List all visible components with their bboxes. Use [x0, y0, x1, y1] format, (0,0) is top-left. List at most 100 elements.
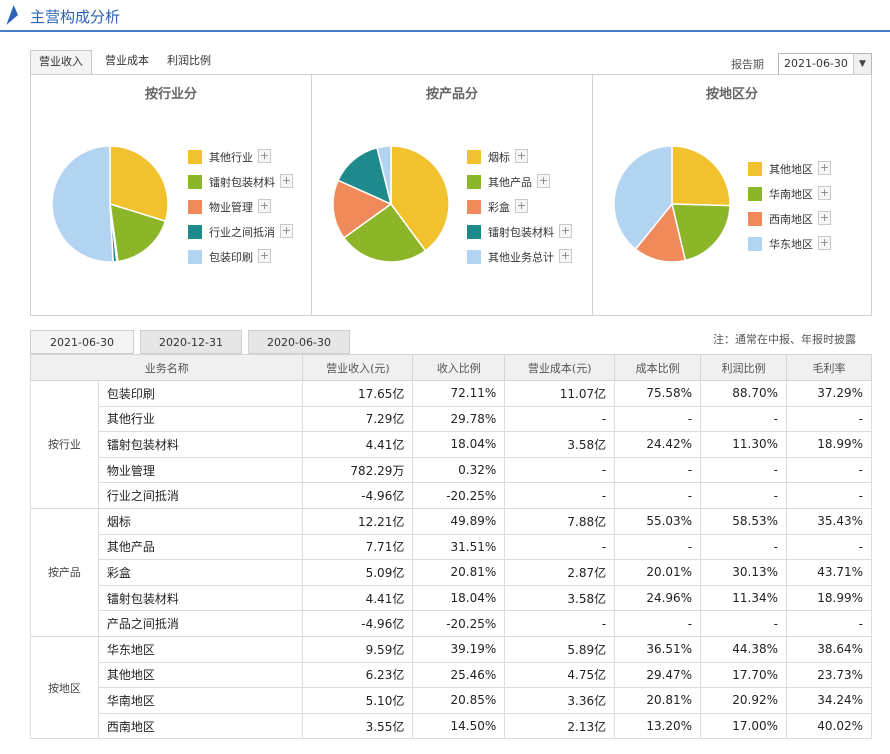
value-cell: -20.25% — [412, 610, 506, 637]
value-cell: 11.07亿 — [504, 380, 616, 407]
expand-plus-icon[interactable]: + — [258, 249, 271, 263]
value-cell: 18.04% — [412, 431, 506, 458]
pie-product — [332, 145, 450, 263]
legend-label: 物业管理 — [209, 201, 253, 214]
expand-plus-icon[interactable]: + — [818, 161, 831, 175]
legend-label: 烟标 — [488, 151, 510, 164]
pie-slice[interactable] — [671, 145, 731, 207]
business-name-cell: 其他产品 — [97, 533, 304, 561]
expand-plus-icon[interactable]: + — [515, 199, 528, 213]
expand-plus-icon[interactable]: + — [280, 174, 293, 188]
col-header: 收入比例 — [412, 354, 506, 381]
group-label: 按行业 — [30, 380, 99, 509]
value-cell: 3.55亿 — [302, 712, 414, 740]
table-row: 物业管理 782.29万 0.32% - - - - — [31, 456, 872, 484]
value-cell: 5.10亿 — [302, 687, 414, 714]
table-row: 镭射包装材料 4.41亿 18.04% 3.58亿 24.42% 11.30% 18.99% — [31, 431, 872, 458]
period-tab-2020-12-31[interactable]: 2020-12-31 — [140, 330, 242, 354]
legend-label: 其他产品 — [488, 176, 532, 189]
expand-plus-icon[interactable]: + — [818, 211, 831, 225]
panel-industry: 按行业分 其他行业 + 镭射包装材料 + 物业管理 + 行业之间抵消 + 包装印刷 + — [31, 75, 311, 315]
legend-swatch — [748, 187, 762, 201]
charts-frame: 按行业分 其他行业 + 镭射包装材料 + 物业管理 + 行业之间抵消 + 包装印刷 + 按产品分 … — [30, 74, 872, 316]
expand-plus-icon[interactable]: + — [515, 149, 528, 163]
table-row: 行业之间抵消 -4.96亿 -20.25% - - - - — [31, 482, 872, 509]
value-cell: 20.81% — [614, 687, 702, 714]
value-cell: - — [786, 456, 872, 484]
value-cell: 5.89亿 — [504, 635, 616, 663]
legend-swatch — [748, 162, 762, 176]
value-cell: 36.51% — [614, 635, 702, 663]
pie-region — [613, 145, 731, 263]
legend-swatch — [188, 225, 202, 239]
table-row: 西南地区 3.55亿 14.50% 2.13亿 13.20% 17.00% 40.02% — [31, 712, 872, 740]
value-cell: - — [614, 482, 702, 509]
tab-revenue[interactable]: 营业收入 — [30, 50, 92, 74]
legend-swatch — [467, 250, 481, 264]
legend-label: 镭射包装材料 — [488, 226, 554, 239]
period-tab-2020-06-30[interactable]: 2020-06-30 — [248, 330, 350, 354]
value-cell: 9.59亿 — [302, 635, 414, 663]
business-name-cell: 镭射包装材料 — [97, 431, 304, 458]
panel-product: 按产品分 烟标 + 其他产品 + 彩盒 + 镭射包装材料 + 其他业务总计 + — [311, 75, 592, 315]
legend-swatch — [188, 250, 202, 264]
value-cell: 40.02% — [786, 712, 872, 740]
col-header: 毛利率 — [786, 354, 872, 381]
table-row: 其他产品 7.71亿 31.51% - - - - — [31, 533, 872, 561]
legend-swatch — [188, 150, 202, 164]
business-name-cell: 华东地区 — [97, 635, 304, 663]
tab-cost[interactable]: 营业成本 — [96, 50, 158, 74]
legend-swatch — [748, 212, 762, 226]
value-cell: - — [786, 405, 872, 433]
value-cell: - — [700, 405, 788, 433]
business-name-cell: 产品之间抵消 — [97, 610, 304, 637]
value-cell: 2.87亿 — [504, 559, 616, 586]
value-cell: - — [700, 482, 788, 509]
pie-slice[interactable] — [51, 145, 114, 263]
legend-label: 华东地区 — [769, 238, 813, 251]
expand-plus-icon[interactable]: + — [258, 199, 271, 213]
value-cell: 17.70% — [700, 661, 788, 689]
business-name-cell: 镭射包装材料 — [97, 584, 304, 612]
expand-plus-icon[interactable]: + — [559, 224, 572, 238]
expand-plus-icon[interactable]: + — [280, 224, 293, 238]
value-cell: 58.53% — [700, 507, 788, 535]
title-accent — [6, 5, 22, 25]
value-cell: 3.36亿 — [504, 687, 616, 714]
legend-label: 其他地区 — [769, 163, 813, 176]
business-name-cell: 华南地区 — [97, 687, 304, 714]
expand-plus-icon[interactable]: + — [818, 186, 831, 200]
business-name-cell: 西南地区 — [97, 712, 304, 740]
value-cell: 24.96% — [614, 584, 702, 612]
value-cell: 2.13亿 — [504, 712, 616, 740]
value-cell: 782.29万 — [302, 456, 414, 484]
col-header: 利润比例 — [700, 354, 788, 381]
group-label: 按产品 — [30, 507, 99, 637]
business-name-cell: 其他行业 — [97, 405, 304, 433]
col-header: 营业收入(元) — [302, 354, 414, 381]
expand-plus-icon[interactable]: + — [537, 174, 550, 188]
table-header-row: 业务名称 营业收入(元) 收入比例 营业成本(元) 成本比例 利润比例 毛利率 — [29, 354, 872, 381]
table-row: 按地区 华东地区 9.59亿 39.19% 5.89亿 36.51% 44.38% 38.64… — [30, 635, 872, 740]
value-cell: 29.47% — [614, 661, 702, 689]
col-header: 业务名称 — [29, 354, 304, 381]
value-cell: - — [504, 456, 616, 484]
value-cell: 14.50% — [412, 712, 506, 740]
value-cell: 7.29亿 — [302, 405, 414, 433]
expand-plus-icon[interactable]: + — [818, 236, 831, 250]
legend-label: 彩盒 — [488, 201, 510, 214]
report-period-select[interactable]: 2021-06-30 ▼ — [778, 53, 872, 75]
value-cell: 88.70% — [700, 380, 788, 407]
value-cell: 29.78% — [412, 405, 506, 433]
value-cell: 35.43% — [786, 507, 872, 535]
expand-plus-icon[interactable]: + — [559, 249, 572, 263]
col-header: 成本比例 — [614, 354, 702, 381]
expand-plus-icon[interactable]: + — [258, 149, 271, 163]
value-cell: 3.58亿 — [504, 431, 616, 458]
tab-profit-ratio[interactable]: 利润比例 — [158, 50, 220, 74]
value-cell: - — [700, 533, 788, 561]
value-cell: 37.29% — [786, 380, 872, 407]
value-cell: - — [504, 533, 616, 561]
pie-industry — [51, 145, 169, 263]
period-tab-2021-06-30[interactable]: 2021-06-30 — [30, 330, 134, 354]
